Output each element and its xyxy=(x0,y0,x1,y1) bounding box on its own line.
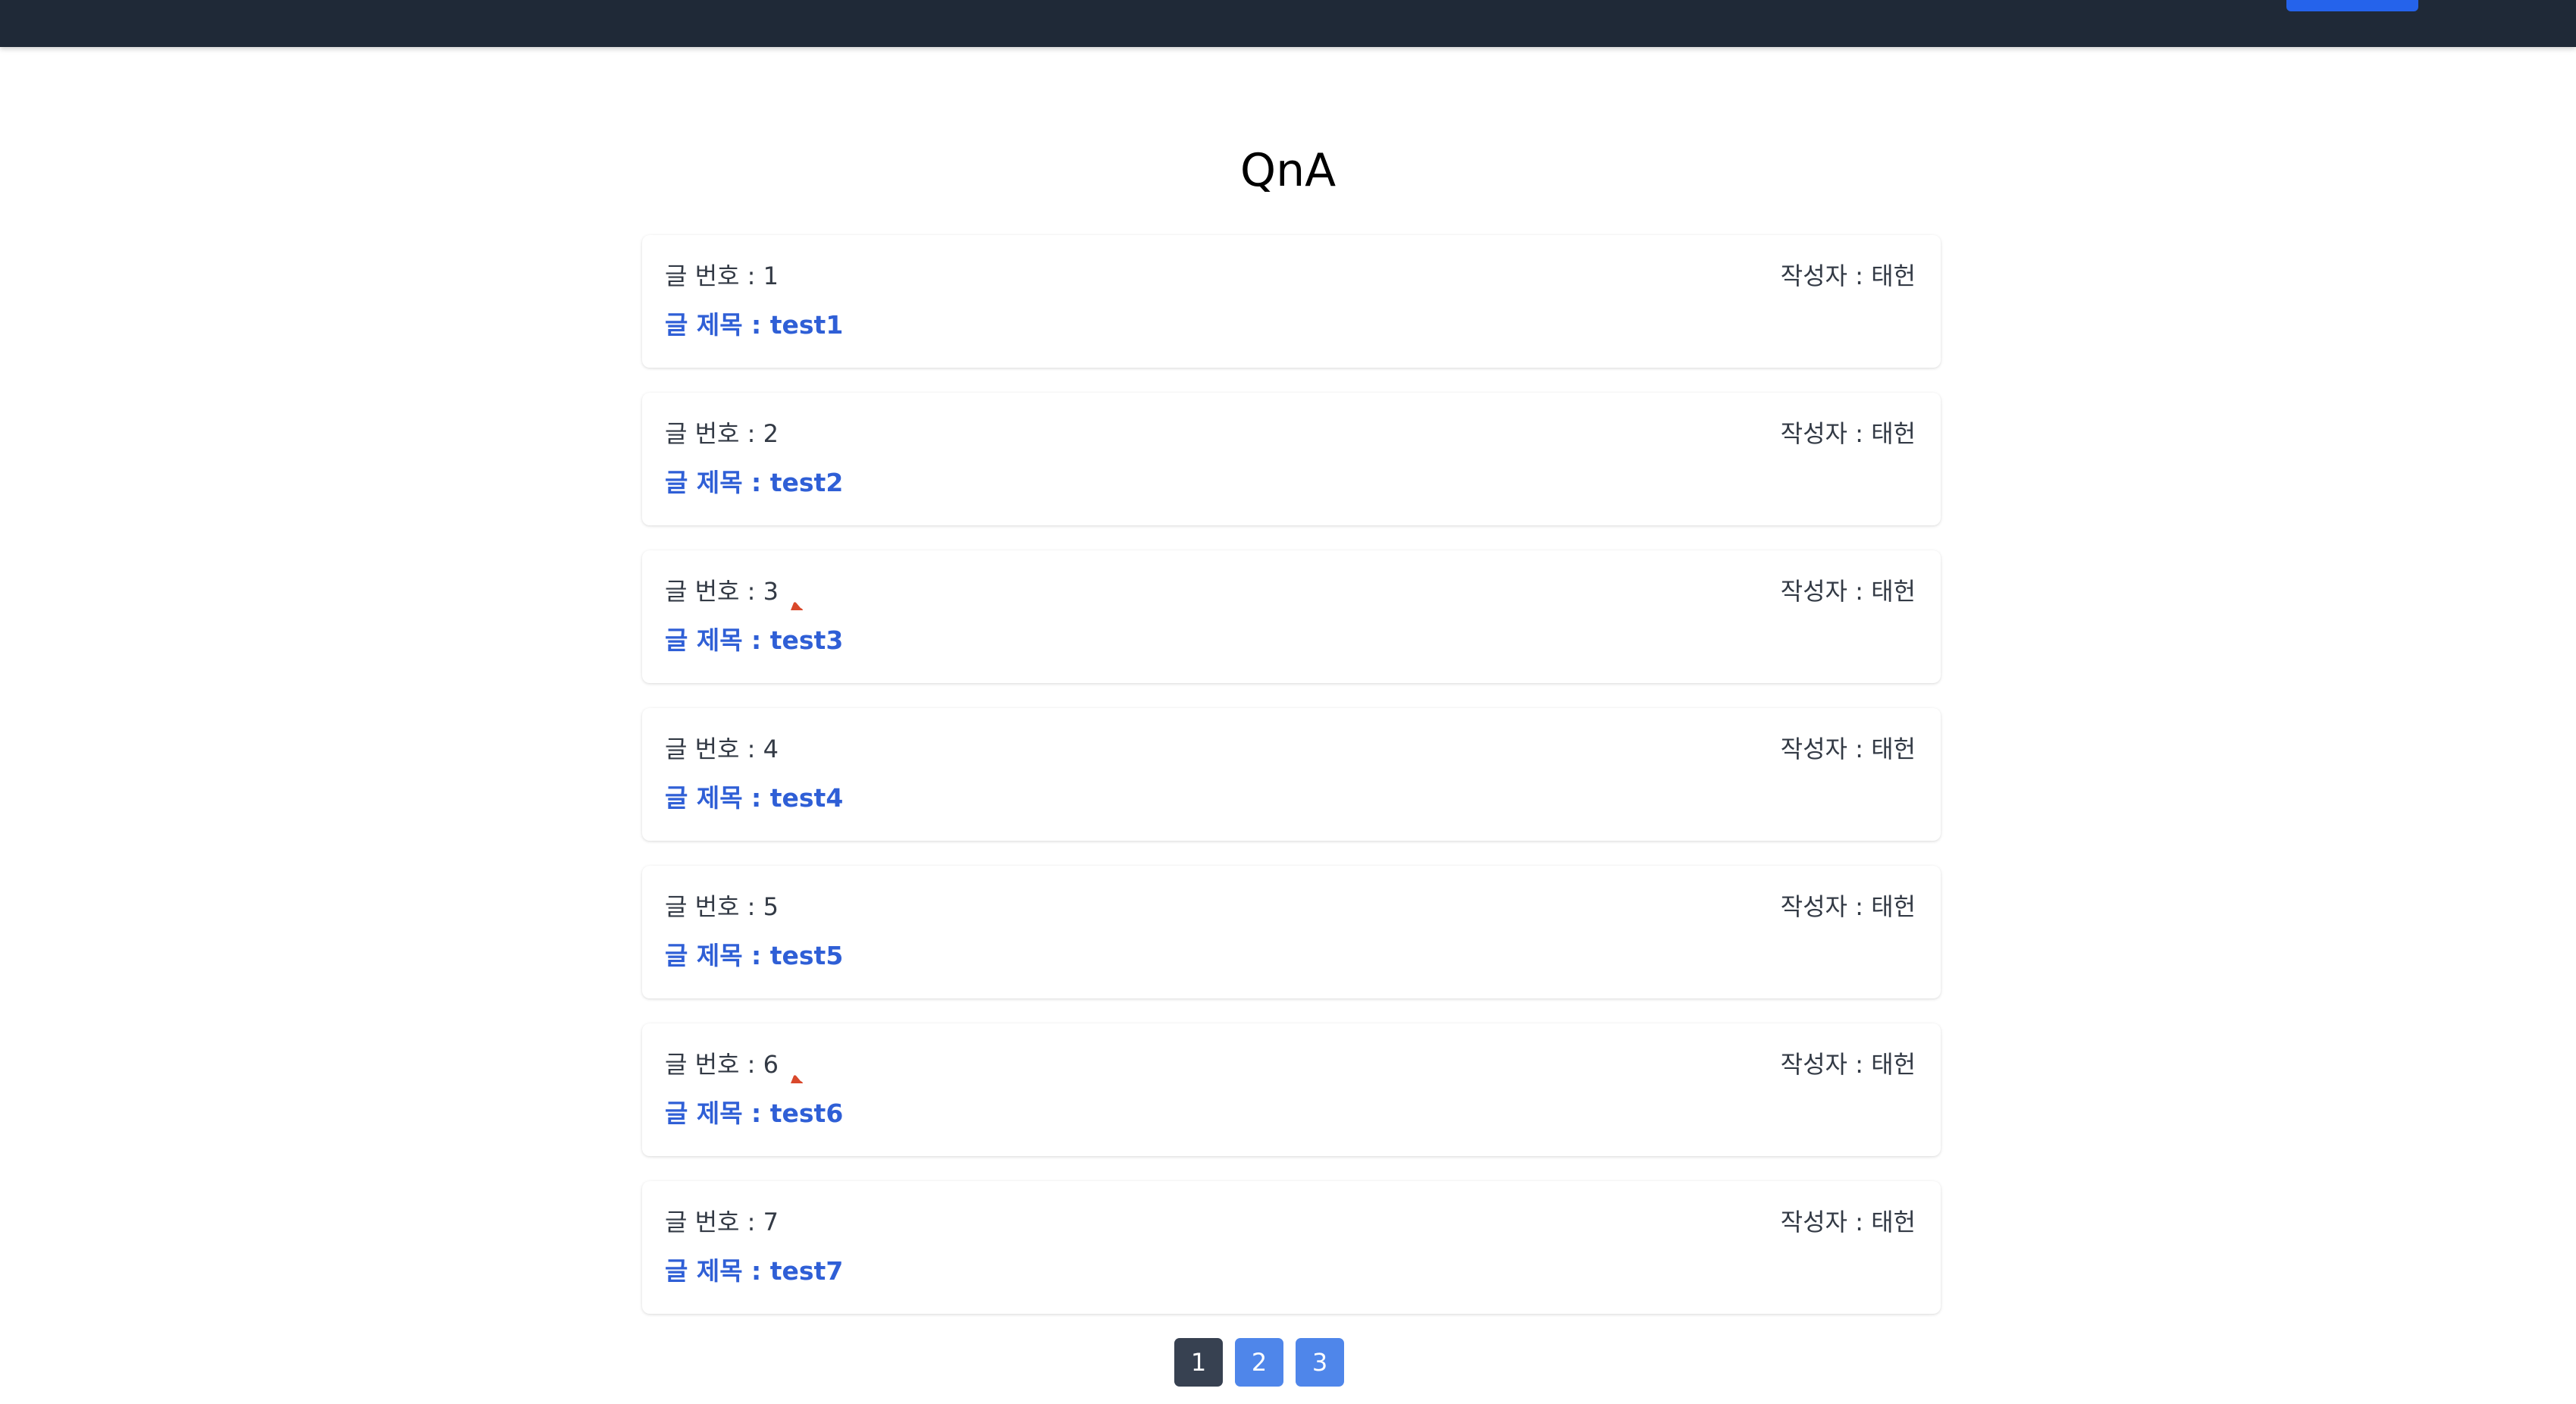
post-number-label: 글 번호 : 3 xyxy=(665,577,779,606)
post-number-label: 글 번호 : 1 xyxy=(665,262,779,290)
page-button-2[interactable]: 2 xyxy=(1235,1338,1283,1387)
post-title-link[interactable]: 글 제목 : test4 xyxy=(665,782,843,814)
post-author: 작성자 : 태헌 xyxy=(1780,419,1916,448)
post-list: 글 번호 : 1 작성자 : 태헌 글 제목 : test1 글 번호 : 2 … xyxy=(642,235,1941,1339)
post-number: 글 번호 : 7 xyxy=(665,1207,779,1237)
post-title-link[interactable]: 글 제목 : test2 xyxy=(665,467,843,499)
post-card[interactable]: 글 번호 : 6 작성자 : 태헌 글 제목 : test6 xyxy=(642,1023,1941,1156)
pagination: 1 2 3 xyxy=(0,1338,2576,1387)
post-number: 글 번호 : 4 xyxy=(665,734,779,764)
post-author: 작성자 : 태헌 xyxy=(1780,1050,1916,1079)
post-number: 글 번호 : 5 xyxy=(665,892,779,922)
post-number: 글 번호 : 1 xyxy=(665,261,779,291)
post-card[interactable]: 글 번호 : 2 작성자 : 태헌 글 제목 : test2 xyxy=(642,393,1941,525)
post-number: 글 번호 : 2 xyxy=(665,418,779,449)
post-number-label: 글 번호 : 7 xyxy=(665,1208,779,1236)
post-card[interactable]: 글 번호 : 1 작성자 : 태헌 글 제목 : test1 xyxy=(642,235,1941,368)
post-author: 작성자 : 태헌 xyxy=(1780,735,1916,763)
post-author: 작성자 : 태헌 xyxy=(1780,1208,1916,1236)
page-button-1[interactable]: 1 xyxy=(1174,1338,1223,1387)
header-action-button[interactable] xyxy=(2286,0,2418,11)
post-number-label: 글 번호 : 2 xyxy=(665,419,779,448)
post-title-link[interactable]: 글 제목 : test1 xyxy=(665,309,843,341)
post-card[interactable]: 글 번호 : 7 작성자 : 태헌 글 제목 : test7 xyxy=(642,1181,1941,1314)
post-number-label: 글 번호 : 4 xyxy=(665,735,779,763)
lock-icon xyxy=(789,1061,804,1083)
post-title-link[interactable]: 글 제목 : test3 xyxy=(665,625,843,657)
post-author: 작성자 : 태헌 xyxy=(1780,892,1916,921)
post-number: 글 번호 : 3 xyxy=(665,576,804,610)
post-card[interactable]: 글 번호 : 4 작성자 : 태헌 글 제목 : test4 xyxy=(642,708,1941,841)
post-number-label: 글 번호 : 5 xyxy=(665,892,779,921)
post-author: 작성자 : 태헌 xyxy=(1780,577,1916,606)
post-card[interactable]: 글 번호 : 3 작성자 : 태헌 글 제목 : test3 xyxy=(642,550,1941,683)
lock-icon xyxy=(789,588,804,610)
post-card[interactable]: 글 번호 : 5 작성자 : 태헌 글 제목 : test5 xyxy=(642,866,1941,998)
page-button-3[interactable]: 3 xyxy=(1296,1338,1344,1387)
post-author: 작성자 : 태헌 xyxy=(1780,262,1916,290)
post-number-label: 글 번호 : 6 xyxy=(665,1050,779,1079)
post-title-link[interactable]: 글 제목 : test5 xyxy=(665,940,843,972)
post-title-link[interactable]: 글 제목 : test7 xyxy=(665,1255,843,1287)
top-nav-bar xyxy=(0,0,2576,47)
post-title-link[interactable]: 글 제목 : test6 xyxy=(665,1098,843,1130)
page-title: QnA xyxy=(1239,144,1337,197)
post-number: 글 번호 : 6 xyxy=(665,1049,804,1083)
